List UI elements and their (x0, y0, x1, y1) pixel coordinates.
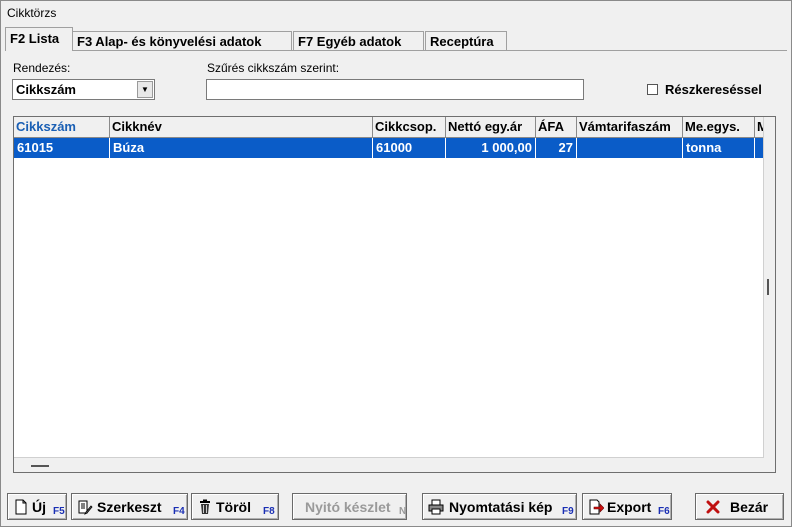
edit-document-icon (78, 500, 93, 515)
tab-lista[interactable]: F2 Lista (5, 27, 73, 51)
printer-icon (428, 499, 444, 515)
table-row[interactable]: 61015 Búza 61000 1 000,00 27 tonna (14, 138, 764, 158)
chevron-down-icon[interactable]: ▼ (137, 81, 153, 98)
export-button[interactable]: Export F6 (582, 493, 672, 520)
filter-label: Szűrés cikkszám szerint: (207, 61, 340, 75)
trash-icon (200, 499, 210, 514)
col-header-afa[interactable]: ÁFA (536, 117, 577, 137)
col-header-meegys[interactable]: Me.egys. (683, 117, 755, 137)
vertical-scrollbar[interactable] (763, 117, 775, 472)
new-button[interactable]: Új F5 (7, 493, 67, 520)
cell-cikkszam: 61015 (14, 138, 110, 158)
table-header: Cikkszám Cikknév Cikkcsop. Nettó egy.ár … (14, 117, 766, 138)
vertical-scroll-thumb[interactable] (767, 279, 769, 295)
tab-receptura[interactable]: Receptúra (425, 31, 507, 50)
print-preview-button[interactable]: Nyomtatási kép F9 (422, 493, 577, 520)
horizontal-scrollbar[interactable] (14, 457, 764, 472)
cell-cikknev: Búza (110, 138, 373, 158)
close-button[interactable]: Bezár (695, 493, 784, 520)
edit-button[interactable]: Szerkeszt F4 (71, 493, 188, 520)
tab-egyeb-adatok[interactable]: F7 Egyéb adatok (293, 31, 424, 50)
col-header-cikkcsop[interactable]: Cikkcsop. (373, 117, 446, 137)
cell-afa: 27 (536, 138, 577, 158)
window: Cikktörzs F2 Lista F3 Alap- és könyvelés… (0, 0, 792, 527)
export-icon (589, 499, 604, 515)
horizontal-scroll-thumb[interactable] (31, 465, 49, 467)
col-header-netto[interactable]: Nettó egy.ár (446, 117, 536, 137)
window-title: Cikktörzs (7, 6, 57, 20)
cell-vamtarifa (577, 138, 683, 158)
item-table[interactable]: Cikkszám Cikknév Cikkcsop. Nettó egy.ár … (13, 116, 776, 473)
sort-label: Rendezés: (13, 61, 71, 75)
col-header-cikknev[interactable]: Cikknév (110, 117, 373, 137)
cell-cikkcsop: 61000 (373, 138, 446, 158)
col-header-cikkszam[interactable]: Cikkszám (14, 117, 110, 137)
col-header-vamtarifa[interactable]: Vámtarifaszám (577, 117, 683, 137)
partial-search-label[interactable]: Részkereséssel (665, 82, 762, 97)
new-document-icon (15, 499, 27, 515)
close-icon (706, 500, 720, 514)
sort-combo[interactable]: Cikkszám ▼ (12, 79, 155, 100)
sort-value: Cikkszám (16, 82, 76, 97)
delete-button[interactable]: Töröl F8 (191, 493, 279, 520)
tab-alap-konyvelesi[interactable]: F3 Alap- és könyvelési adatok (72, 31, 292, 50)
opening-stock-button[interactable]: Nyitó készlet N (292, 493, 407, 520)
cell-meegys: tonna (683, 138, 755, 158)
filter-input[interactable] (206, 79, 584, 100)
cell-netto: 1 000,00 (446, 138, 536, 158)
partial-search-checkbox[interactable] (647, 84, 658, 95)
